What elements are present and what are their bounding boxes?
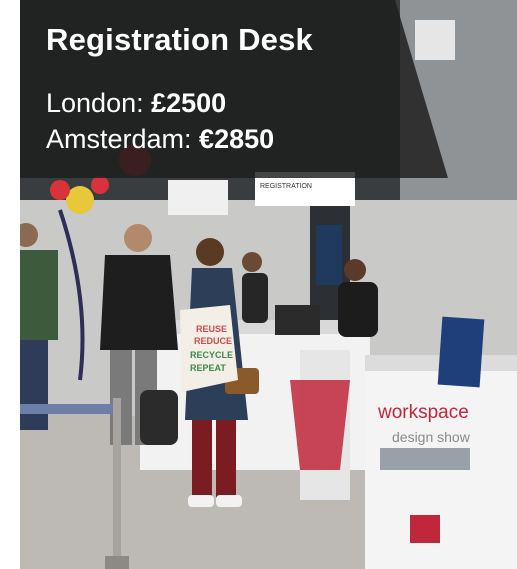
price-amsterdam-label: Amsterdam:	[46, 124, 200, 154]
price-london-label: London:	[46, 88, 152, 118]
registration-sign-text: REGISTRATION	[260, 183, 312, 190]
tote-text-1: REUSE	[196, 324, 227, 334]
desk-subtitle-text: design show	[392, 429, 471, 445]
price-london: London: £2500	[46, 88, 226, 119]
price-amsterdam: Amsterdam: €2850	[46, 124, 274, 155]
tote-text-3: RECYCLE	[190, 350, 233, 360]
tote-text-2: REDUCE	[194, 336, 232, 346]
desk-brand-text: workspace	[377, 402, 469, 423]
price-london-amount: £2500	[151, 88, 227, 118]
tote-text-4: REPEAT	[190, 363, 226, 373]
tote-bag: REUSE REDUCE RECYCLE REPEAT	[180, 305, 238, 392]
price-amsterdam-amount: €2850	[199, 124, 275, 154]
card-title: Registration Desk	[46, 22, 313, 57]
registration-card: REGISTRATION workspace design show REUSE…	[20, 0, 517, 569]
